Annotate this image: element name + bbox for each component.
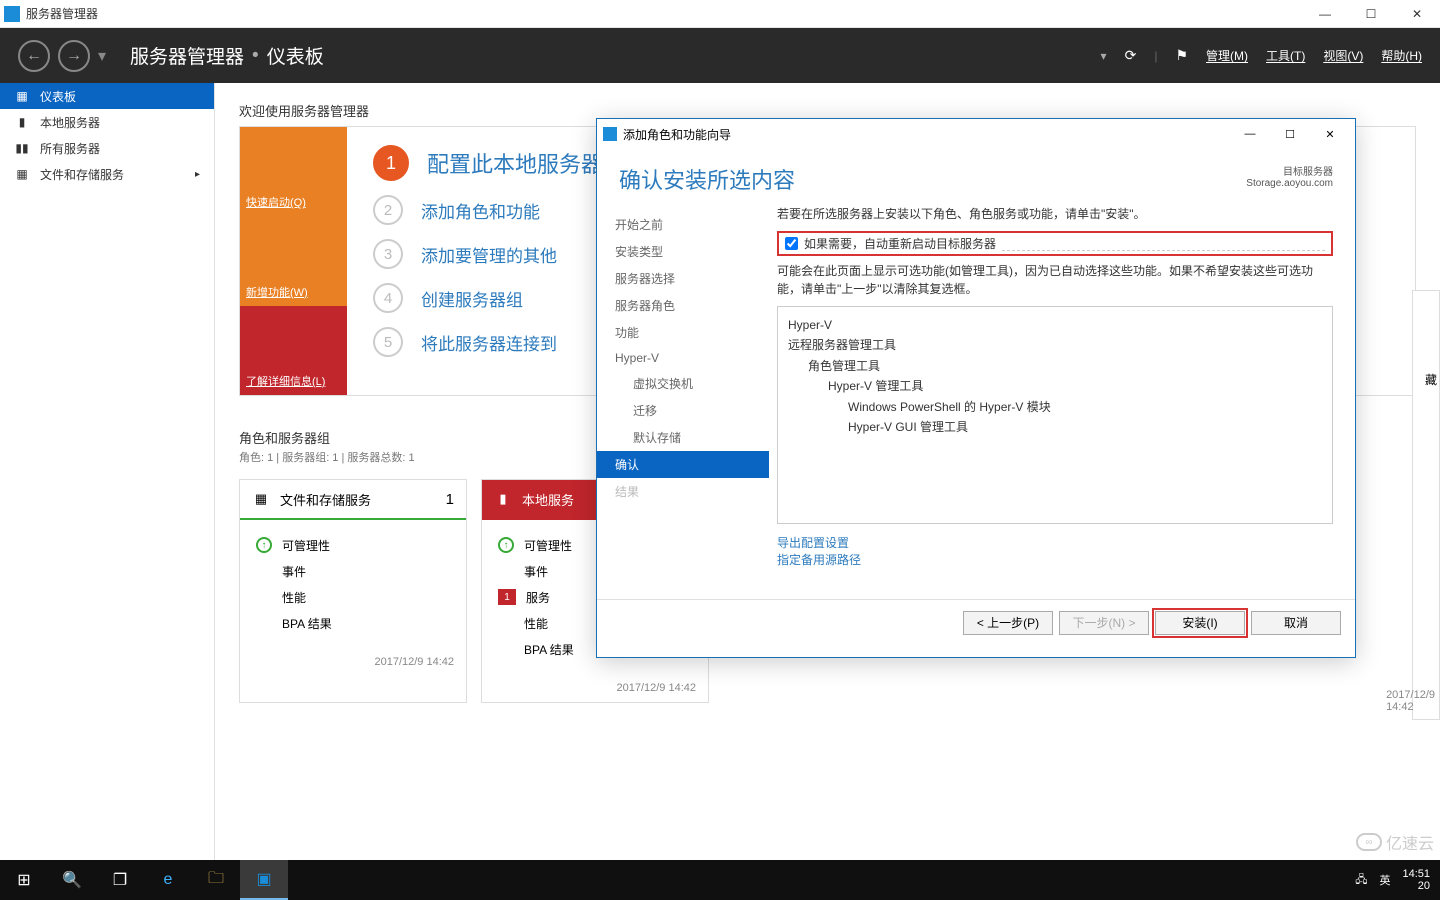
wizard-title: 添加角色和功能向导: [623, 126, 731, 143]
wizard-steps: 开始之前 安装类型 服务器选择 服务器角色 功能 Hyper-V 虚拟交换机 迁…: [597, 201, 769, 599]
chevron-right-icon: ▸: [195, 169, 200, 180]
sidebar-item-all[interactable]: ▮▮所有服务器: [0, 135, 214, 161]
prev-button[interactable]: < 上一步(P): [963, 611, 1053, 635]
dashboard-icon: ▦: [14, 89, 30, 103]
wizard-icon: [603, 127, 617, 141]
server-icon: ▮: [494, 490, 512, 508]
wizard-target: 目标服务器 Storage.aoyou.com: [1246, 163, 1333, 189]
sidebar-item-storage[interactable]: ▦文件和存储服务▸: [0, 161, 214, 187]
install-button[interactable]: 安装(I): [1155, 611, 1245, 635]
menu-view[interactable]: 视图(V): [1323, 47, 1363, 64]
menu-tools[interactable]: 工具(T): [1266, 47, 1305, 64]
error-badge: 1: [498, 589, 516, 605]
wizard-note: 可能会在此页面上显示可选功能(如管理工具)，因为已自动选择这些功能。如果不希望安…: [777, 262, 1333, 298]
taskview-button[interactable]: ❐: [96, 860, 144, 900]
next-button: 下一步(N) >: [1059, 611, 1149, 635]
ok-icon: ↑: [498, 537, 514, 553]
sidebar: ▦仪表板 ▮本地服务器 ▮▮所有服务器 ▦文件和存储服务▸: [0, 83, 215, 860]
wiz-step-migration[interactable]: 迁移: [597, 397, 769, 424]
servers-icon: ▮▮: [14, 141, 30, 155]
system-tray[interactable]: 🖧 英 14:51 20: [1345, 868, 1440, 892]
wiz-step-features[interactable]: 功能: [597, 319, 769, 346]
wiz-step-server[interactable]: 服务器选择: [597, 265, 769, 292]
tile-cropped: 藏 2017/12/9 14:42: [1412, 290, 1440, 720]
cancel-button[interactable]: 取消: [1251, 611, 1341, 635]
minimize-button[interactable]: —: [1302, 0, 1348, 28]
wizard-content: 若要在所选服务器上安装以下角色、角色服务或功能，请单击"安装"。 如果需要，自动…: [769, 201, 1355, 599]
window-titlebar: 服务器管理器 — ☐ ✕: [0, 0, 1440, 28]
wizard-maximize[interactable]: ☐: [1271, 123, 1309, 145]
flag-icon[interactable]: ⚑: [1175, 47, 1188, 64]
search-button[interactable]: 🔍: [48, 860, 96, 900]
menu-help[interactable]: 帮助(H): [1381, 47, 1422, 64]
wizard-minimize[interactable]: —: [1231, 123, 1269, 145]
network-icon[interactable]: 🖧: [1355, 871, 1367, 890]
refresh-icon[interactable]: ⟳: [1125, 47, 1137, 64]
menu-manage[interactable]: 管理(M): [1206, 47, 1248, 64]
features-box: Hyper-V 远程服务器管理工具 角色管理工具 Hyper-V 管理工具 Wi…: [777, 306, 1333, 524]
close-button[interactable]: ✕: [1394, 0, 1440, 28]
app-icon: [4, 6, 20, 22]
wizard-close[interactable]: ✕: [1311, 123, 1349, 145]
breadcrumb: 服务器管理器 • 仪表板: [130, 42, 324, 69]
ime-indicator[interactable]: 英: [1379, 872, 1390, 888]
explorer-icon[interactable]: 🗀: [192, 860, 240, 900]
sidebar-item-dashboard[interactable]: ▦仪表板: [0, 83, 214, 109]
watermark: ∞亿速云: [1356, 830, 1434, 854]
sidebar-item-local[interactable]: ▮本地服务器: [0, 109, 214, 135]
wizard-titlebar[interactable]: 添加角色和功能向导 — ☐ ✕: [597, 119, 1355, 149]
taskbar: ⊞ 🔍 ❐ e 🗀 ▣ 🖧 英 14:51 20: [0, 860, 1440, 900]
wiz-step-type[interactable]: 安装类型: [597, 238, 769, 265]
server-icon: ▮: [14, 115, 30, 129]
maximize-button[interactable]: ☐: [1348, 0, 1394, 28]
wizard-heading: 确认安装所选内容: [619, 163, 795, 195]
crumb-page[interactable]: 仪表板: [267, 42, 324, 69]
wizard-footer: < 上一步(P) 下一步(N) > 安装(I) 取消: [597, 599, 1355, 645]
window-title: 服务器管理器: [26, 5, 98, 22]
start-button[interactable]: ⊞: [0, 860, 48, 900]
storage-icon: ▦: [14, 167, 30, 181]
wizard-dialog: 添加角色和功能向导 — ☐ ✕ 确认安装所选内容 目标服务器 Storage.a…: [596, 118, 1356, 658]
wiz-step-confirm[interactable]: 确认: [597, 451, 769, 478]
clock[interactable]: 14:51 20: [1402, 868, 1430, 892]
wiz-step-roles[interactable]: 服务器角色: [597, 292, 769, 319]
app-header: ← → ▾ 服务器管理器 • 仪表板 ▾ ⟳ | ⚑ 管理(M) 工具(T) 视…: [0, 28, 1440, 83]
forward-button[interactable]: →: [58, 40, 90, 72]
hero-whatsnew[interactable]: 新增功能(W): [240, 216, 347, 305]
altsource-link[interactable]: 指定备用源路径: [777, 551, 1333, 568]
ok-icon: ↑: [256, 537, 272, 553]
wiz-step-vswitch[interactable]: 虚拟交换机: [597, 370, 769, 397]
wiz-step-begin[interactable]: 开始之前: [597, 211, 769, 238]
crumb-root[interactable]: 服务器管理器: [130, 42, 244, 69]
restart-checkbox-row[interactable]: 如果需要，自动重新启动目标服务器: [777, 231, 1333, 256]
wiz-step-results: 结果: [597, 478, 769, 505]
restart-checkbox[interactable]: [785, 237, 798, 250]
back-button[interactable]: ←: [18, 40, 50, 72]
hero-quickstart[interactable]: 快速启动(Q): [240, 127, 347, 216]
wizard-intro: 若要在所选服务器上安装以下角色、角色服务或功能，请单击"安装"。: [777, 205, 1333, 223]
wiz-step-hyperv[interactable]: Hyper-V: [597, 346, 769, 370]
tile-storage[interactable]: ▦文件和存储服务1 ↑可管理性 事件 性能 BPA 结果 2017/12/9 1…: [239, 479, 467, 703]
servermanager-task[interactable]: ▣: [240, 860, 288, 900]
ie-icon[interactable]: e: [144, 860, 192, 900]
hero-learnmore[interactable]: 了解详细信息(L): [240, 306, 347, 395]
storage-icon: ▦: [252, 490, 270, 508]
wiz-step-storage[interactable]: 默认存储: [597, 424, 769, 451]
export-link[interactable]: 导出配置设置: [777, 534, 1333, 551]
